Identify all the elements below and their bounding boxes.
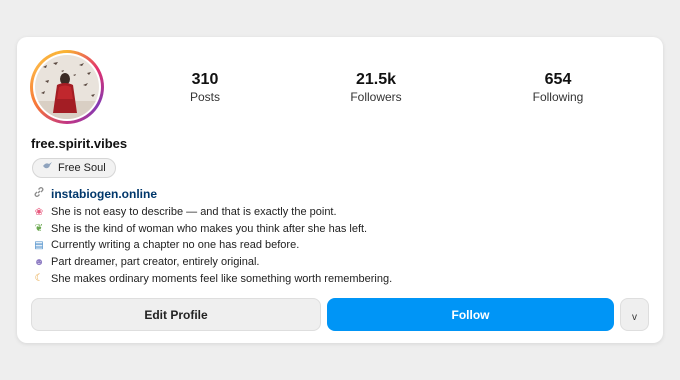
bio-line-text: Currently writing a chapter no one has r… [51, 239, 300, 252]
stat-followers-value: 21.5k [355, 71, 397, 88]
bio-line-text: She is not easy to describe — and that i… [51, 206, 337, 219]
stat-followers[interactable]: 21.5k Followers [316, 71, 436, 105]
bio: ❀ She is not easy to describe — and that… [33, 204, 633, 287]
profile-stats: 310 Posts 21.5k Followers 654 Following [17, 71, 663, 111]
bio-line: ☻ Part dreamer, part creator, entirely o… [33, 254, 633, 271]
stat-followers-label: Followers [350, 90, 402, 104]
theater-masks-icon: ☻ [33, 256, 45, 268]
herb-icon: ❦ [34, 223, 44, 235]
crescent-moon-icon: ☾ [34, 273, 44, 285]
book-icon: ▤ [34, 239, 44, 251]
username: free.spirit.vibes [31, 136, 128, 151]
dove-icon [42, 158, 53, 178]
category-tag-label: Free Soul [58, 162, 106, 174]
bio-link-text[interactable]: instabiogen.online [51, 187, 157, 201]
follow-button[interactable]: Follow [327, 298, 614, 331]
bio-line: ❦ She is the kind of woman who makes you… [33, 221, 633, 238]
edit-profile-button[interactable]: Edit Profile [31, 298, 321, 331]
bio-line-text: She makes ordinary moments feel like som… [51, 272, 393, 285]
stat-following[interactable]: 654 Following [498, 71, 618, 105]
bio-link[interactable]: instabiogen.online [33, 186, 157, 201]
flower-icon: ❀ [34, 206, 44, 218]
category-tag[interactable]: Free Soul [32, 158, 116, 178]
link-icon [33, 186, 45, 201]
stat-posts-label: Posts [189, 90, 220, 104]
bio-line-text: Part dreamer, part creator, entirely ori… [51, 256, 260, 269]
more-options-button[interactable]: v [620, 298, 649, 331]
profile-card: 310 Posts 21.5k Followers 654 Following … [17, 37, 663, 343]
stat-following-value: 654 [544, 71, 572, 88]
bio-line: ☾ She makes ordinary moments feel like s… [33, 270, 633, 287]
chevron-down-icon: v [632, 312, 637, 323]
bio-line: ❀ She is not easy to describe — and that… [33, 204, 633, 221]
stat-following-label: Following [532, 90, 584, 104]
bio-line: ▤ Currently writing a chapter no one has… [33, 237, 633, 254]
bio-line-text: She is the kind of woman who makes you t… [51, 222, 368, 235]
stat-posts-value: 310 [191, 71, 219, 88]
stat-posts[interactable]: 310 Posts [145, 71, 265, 105]
